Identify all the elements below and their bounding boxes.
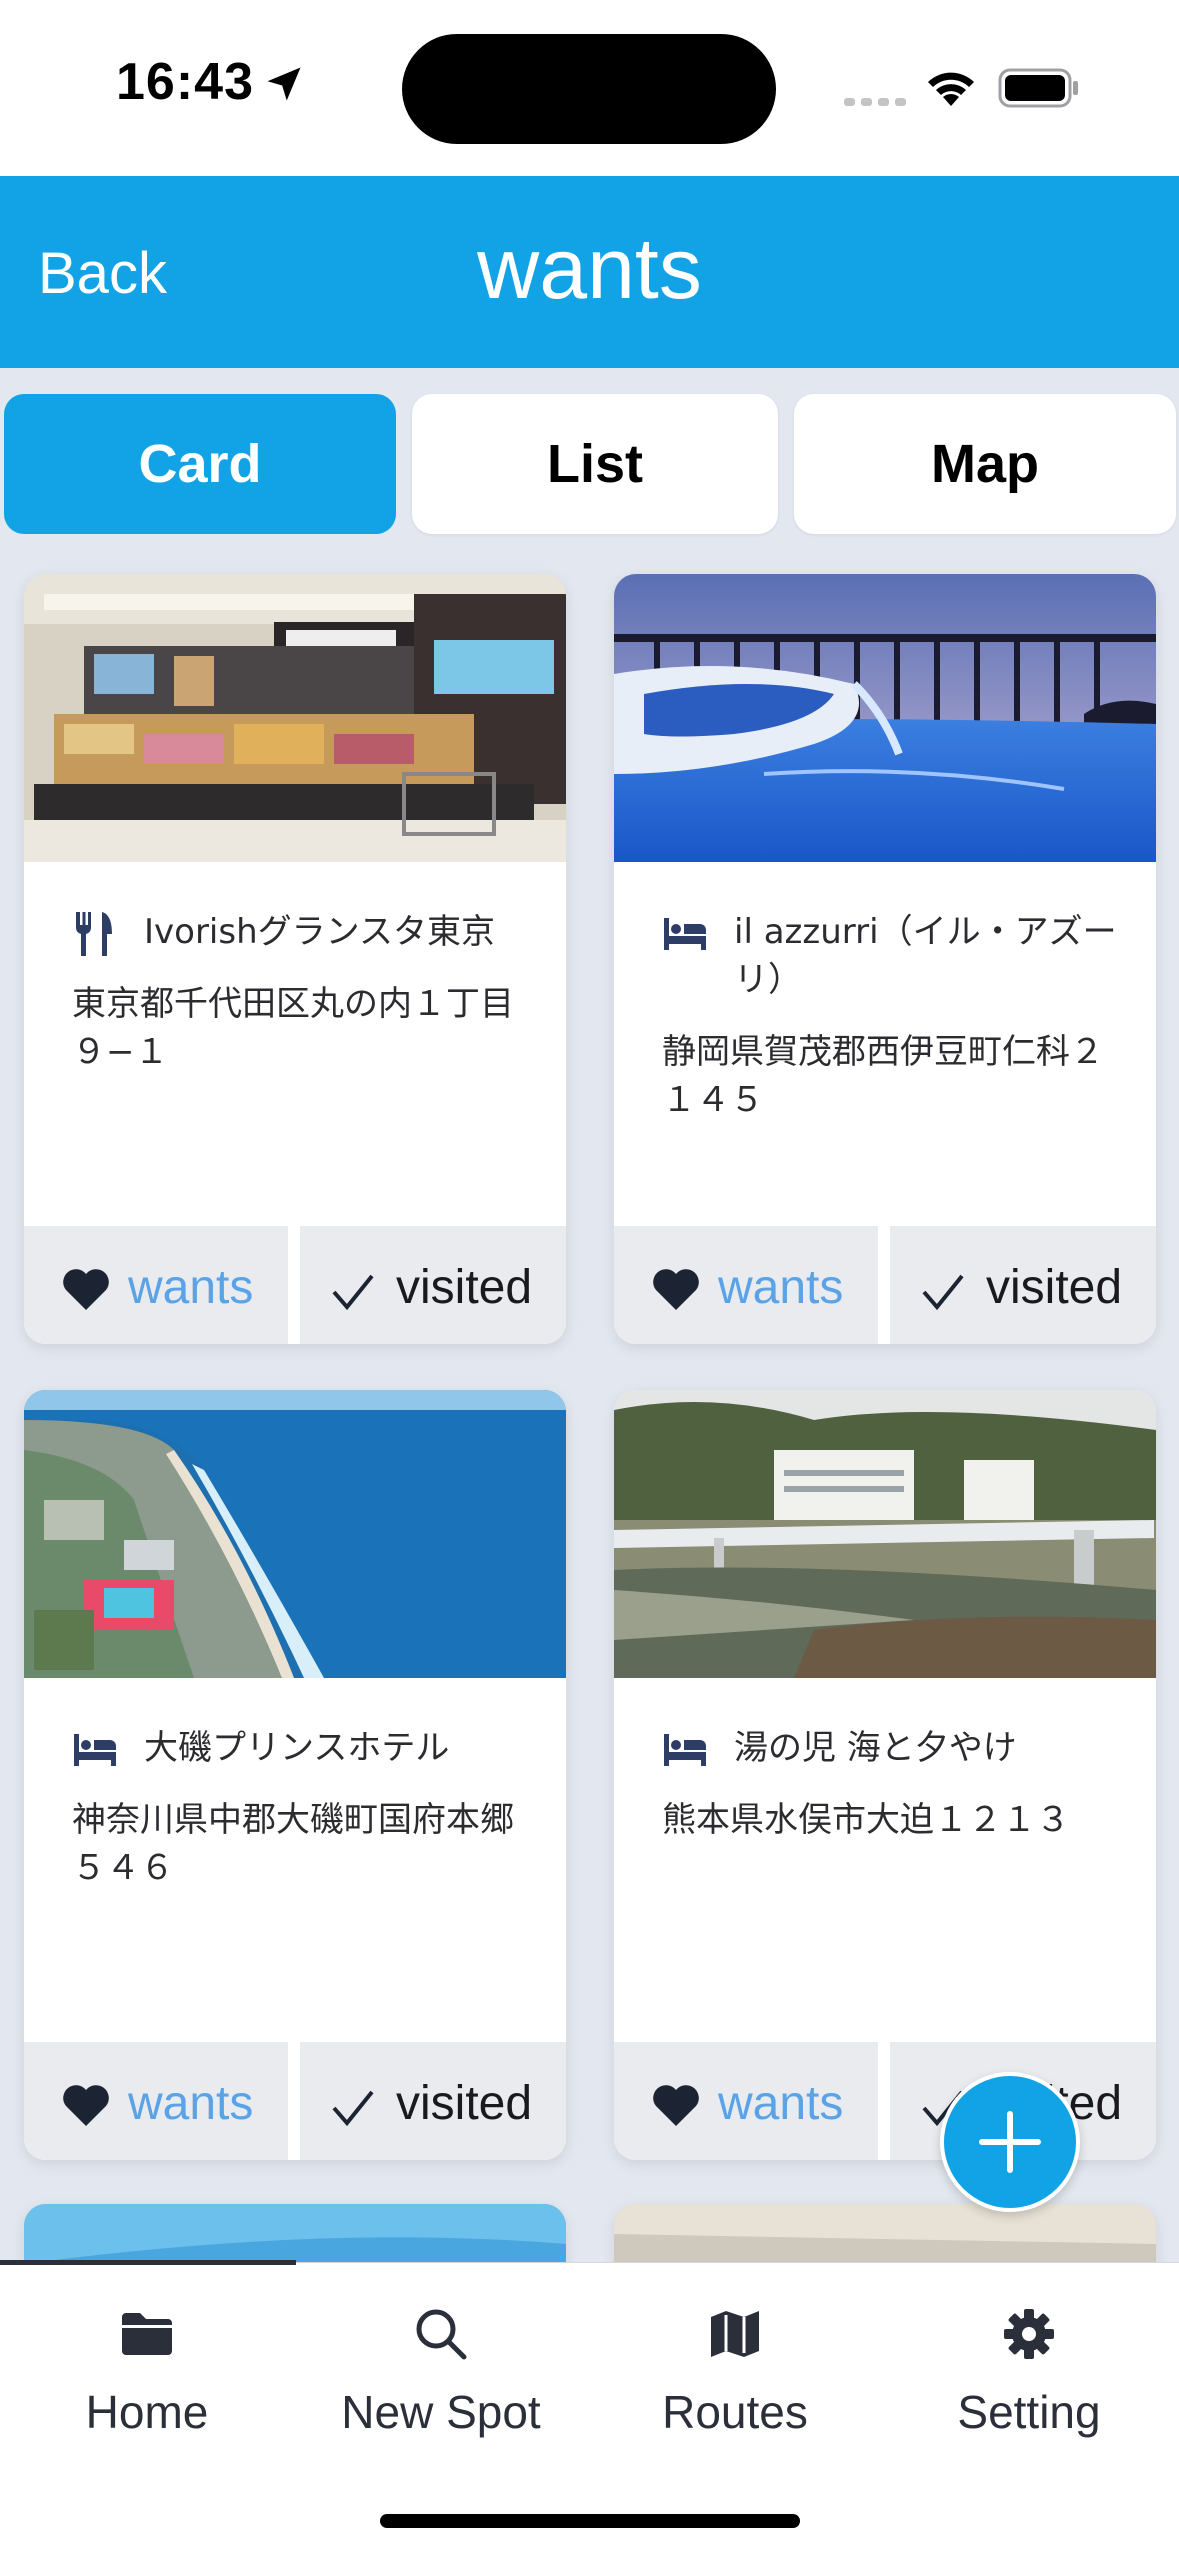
spot-card-partial[interactable] [24, 2204, 566, 2262]
spot-address: 熊本県水俣市大迫１２１３ [662, 1800, 1070, 1840]
spot-photo [24, 574, 566, 862]
spot-card[interactable]: 湯の児 海と夕やけ 熊本県水俣市大迫１２１３ wants visited [614, 1390, 1156, 2160]
heart-icon [653, 2085, 699, 2126]
visited-label: visited [396, 2077, 533, 2130]
tab-bar-item-routes[interactable]: Routes [588, 2307, 882, 2447]
tab-label: List [546, 434, 643, 494]
check-icon [922, 1274, 964, 1311]
page-title: wants [477, 221, 702, 317]
visited-button[interactable]: visited [300, 1226, 566, 1344]
spot-address: 静岡県賀茂郡西伊豆町仁科２１４５ [662, 1032, 1104, 1120]
spot-address: 東京都千代田区丸の内１丁目９−１ [72, 984, 514, 1072]
tab-bar-label: Setting [957, 2386, 1101, 2438]
add-spot-button[interactable] [940, 2072, 1080, 2212]
tab-bar-label: Routes [662, 2386, 808, 2438]
battery-icon [998, 68, 1078, 108]
navigation-bar: Back wants [0, 176, 1179, 368]
spot-address: 神奈川県中郡大磯町国府本郷５４６ [72, 1800, 514, 1888]
tab-bar: Home New Spot Routes Setting [0, 2260, 1179, 2556]
tab-bar-label: New Spot [341, 2386, 541, 2438]
spot-name: il azzurri（イル・アズーリ） [734, 912, 1117, 1000]
tab-label: Map [931, 434, 1039, 494]
map-icon [711, 2311, 759, 2357]
spot-photo [614, 574, 1156, 862]
spot-card[interactable]: 大磯プリンスホテル 神奈川県中郡大磯町国府本郷５４６ wants visited [24, 1390, 566, 2160]
restaurant-icon [75, 912, 112, 956]
tab-label: Card [138, 434, 262, 494]
card-actions: wants visited [24, 2042, 566, 2160]
wants-label: wants [128, 1261, 254, 1314]
heart-icon [63, 2085, 109, 2126]
visited-button[interactable]: visited [300, 2042, 566, 2160]
tab-bar-item-home[interactable]: Home [0, 2307, 294, 2447]
tab-card[interactable]: Card [4, 394, 396, 534]
tab-bar-item-new-spot[interactable]: New Spot [294, 2307, 588, 2447]
wants-button[interactable]: wants [614, 2042, 878, 2160]
folder-icon [122, 2313, 172, 2355]
spot-name: 湯の児 海と夕やけ [734, 1728, 1017, 1768]
spot-card[interactable]: Ivorishグランスタ東京 東京都千代田区丸の内１丁目９−１ wants vi… [24, 574, 566, 1344]
spot-photo [24, 1390, 566, 1678]
wants-button[interactable]: wants [24, 1226, 288, 1344]
search-icon [416, 2309, 467, 2360]
status-time: 16:43 [116, 53, 254, 111]
spot-name: Ivorishグランスタ東京 [144, 912, 495, 952]
cellular-signal-icon [844, 98, 906, 106]
hotel-icon [664, 1734, 706, 1766]
spot-card[interactable]: il azzurri（イル・アズーリ） 静岡県賀茂郡西伊豆町仁科２１４５ wan… [614, 574, 1156, 1344]
status-bar: 16:43 [0, 0, 1179, 176]
spot-photo [24, 2204, 566, 2262]
heart-icon [653, 1269, 699, 1310]
wants-button[interactable]: wants [614, 1226, 878, 1344]
tab-bar-label: Home [85, 2386, 209, 2438]
spot-name: 大磯プリンスホテル [144, 1728, 450, 1768]
tab-map[interactable]: Map [794, 394, 1176, 534]
hotel-icon [664, 918, 706, 950]
check-icon [332, 1274, 374, 1311]
tab-bar-item-setting[interactable]: Setting [882, 2307, 1176, 2447]
check-icon [332, 2090, 374, 2127]
hotel-icon [74, 1734, 116, 1766]
heart-icon [63, 1269, 109, 1310]
dynamic-island [402, 34, 776, 144]
scroll-progress-indicator [0, 2260, 296, 2265]
visited-label: visited [986, 1261, 1123, 1314]
location-arrow-icon [267, 67, 301, 101]
spot-card-partial[interactable] [614, 2204, 1156, 2262]
card-actions: wants visited [614, 1226, 1156, 1344]
visited-label: visited [396, 1261, 533, 1314]
spot-photo [614, 2204, 1156, 2262]
card-actions: wants visited [24, 1226, 566, 1344]
tab-list[interactable]: List [412, 394, 778, 534]
home-indicator[interactable] [380, 2514, 800, 2528]
wants-label: wants [718, 1261, 844, 1314]
wants-label: wants [718, 2077, 844, 2130]
spot-photo [614, 1390, 1156, 1678]
wifi-icon [928, 72, 974, 106]
visited-button[interactable]: visited [890, 1226, 1156, 1344]
plus-icon [979, 2111, 1041, 2173]
wants-button[interactable]: wants [24, 2042, 288, 2160]
wants-label: wants [128, 2077, 254, 2130]
gear-icon [1004, 2309, 1054, 2359]
main-content: Card List Map Ivorishグランスタ東京 東京都千代田区丸の内１… [0, 368, 1179, 2262]
